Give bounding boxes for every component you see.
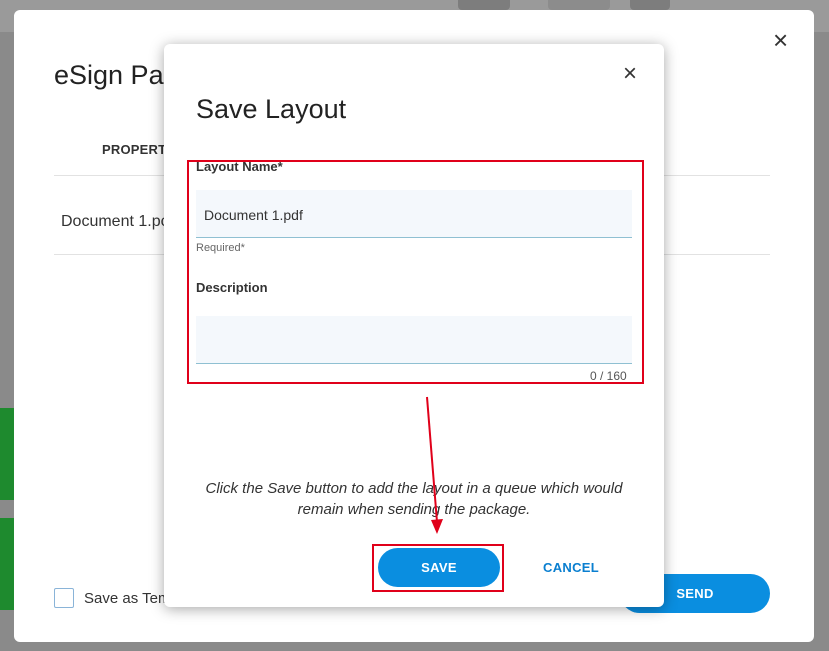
annotation-arrow	[426, 396, 443, 534]
